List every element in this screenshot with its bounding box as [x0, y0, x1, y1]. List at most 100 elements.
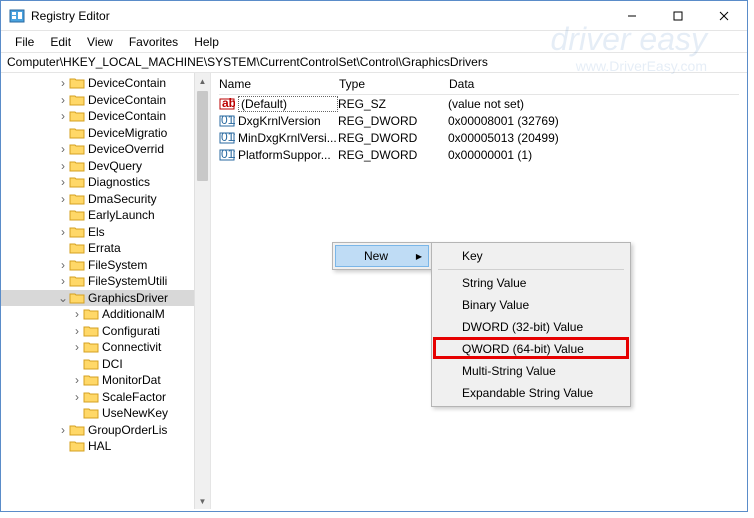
menu-favorites[interactable]: Favorites	[121, 33, 186, 51]
maximize-button[interactable]	[655, 1, 701, 31]
tree-node[interactable]: ›Diagnostics	[1, 174, 210, 191]
folder-icon	[69, 291, 85, 305]
submenu-item-binary[interactable]: Binary Value	[434, 294, 628, 316]
tree-node[interactable]: › FileSystem	[1, 257, 210, 274]
content-area: ›DeviceContain›DeviceContain›DeviceConta…	[1, 73, 747, 509]
svg-text:011: 011	[221, 130, 235, 144]
expand-icon[interactable]: ›	[57, 175, 69, 189]
tree-node[interactable]: HAL	[1, 438, 210, 455]
folder-icon	[69, 175, 85, 189]
expand-icon[interactable]: ›	[57, 159, 69, 173]
tree-node[interactable]: ›MonitorDat	[1, 372, 210, 389]
folder-icon	[69, 126, 85, 140]
tree-node[interactable]: › DeviceContain	[1, 92, 210, 109]
expand-icon[interactable]: ›	[57, 109, 69, 123]
tree-node[interactable]: ›GroupOrderLis	[1, 422, 210, 439]
close-button[interactable]	[701, 1, 747, 31]
expand-icon[interactable]: ›	[57, 258, 69, 272]
expand-icon[interactable]: ›	[57, 93, 69, 107]
tree-node[interactable]: UseNewKey	[1, 405, 210, 422]
expand-icon[interactable]: ›	[71, 373, 83, 387]
header-name[interactable]: Name	[219, 77, 339, 91]
submenu-item-multi[interactable]: Multi-String Value	[434, 360, 628, 382]
submenu-item-key[interactable]: Key	[434, 245, 628, 267]
expand-icon[interactable]: ›	[57, 192, 69, 206]
menu-edit[interactable]: Edit	[42, 33, 79, 51]
scroll-up-icon[interactable]: ▲	[195, 73, 210, 89]
tree-label: DeviceOverrid	[88, 142, 164, 156]
tree-panel[interactable]: ›DeviceContain›DeviceContain›DeviceConta…	[1, 73, 211, 509]
folder-icon	[83, 406, 99, 420]
menu-file[interactable]: File	[7, 33, 42, 51]
list-row[interactable]: 011DxgKrnlVersionREG_DWORD0x00008001 (32…	[219, 112, 739, 129]
value-icon: 011	[219, 147, 235, 163]
tree-node[interactable]: ›DevQuery	[1, 158, 210, 175]
expand-icon[interactable]: ›	[57, 274, 69, 288]
list-row[interactable]: 011MinDxgKrnlVersi...REG_DWORD0x00005013…	[219, 129, 739, 146]
expand-icon[interactable]: ›	[57, 225, 69, 239]
tree-scrollbar[interactable]: ▲ ▼	[194, 73, 210, 509]
registry-editor-window: Registry Editor File Edit View Favorites…	[0, 0, 748, 512]
context-item-label: New	[364, 249, 388, 263]
tree-label: DeviceContain	[88, 93, 166, 107]
address-bar[interactable]: Computer\HKEY_LOCAL_MACHINE\SYSTEM\Curre…	[1, 53, 747, 73]
expand-icon[interactable]: ›	[57, 423, 69, 437]
submenu-item-string[interactable]: String Value	[434, 272, 628, 294]
submenu-item-expand[interactable]: Expandable String Value	[434, 382, 628, 404]
tree-node[interactable]: ⌄GraphicsDriver	[1, 290, 210, 307]
tree-label: DeviceMigratio	[88, 126, 167, 140]
value-data: (value not set)	[448, 97, 524, 111]
expand-icon[interactable]: ›	[71, 324, 83, 338]
tree-node[interactable]: DeviceMigratio	[1, 125, 210, 142]
menu-view[interactable]: View	[79, 33, 121, 51]
list-row[interactable]: 011PlatformSuppor...REG_DWORD0x00000001 …	[219, 146, 739, 163]
tree-node[interactable]: Errata	[1, 240, 210, 257]
tree-node[interactable]: ›Configurati	[1, 323, 210, 340]
tree-node[interactable]: ›Els	[1, 224, 210, 241]
titlebar: Registry Editor	[1, 1, 747, 31]
tree-label: Connectivit	[102, 340, 161, 354]
tree-node[interactable]: ›FileSystemUtili	[1, 273, 210, 290]
expand-icon[interactable]: ›	[71, 307, 83, 321]
value-data: 0x00005013 (20499)	[448, 131, 559, 145]
header-type[interactable]: Type	[339, 77, 449, 91]
tree-label: Errata	[88, 241, 121, 255]
tree-node[interactable]: ›AdditionalM	[1, 306, 210, 323]
list-row[interactable]: ab(Default)REG_SZ(value not set)	[219, 95, 739, 112]
expand-icon[interactable]: ›	[57, 142, 69, 156]
tree-label: FileSystem	[88, 258, 147, 272]
tree-label: DeviceContain	[88, 76, 166, 90]
chevron-right-icon: ▶	[416, 252, 422, 261]
scroll-down-icon[interactable]: ▼	[195, 493, 210, 509]
expand-icon[interactable]: ›	[57, 76, 69, 90]
folder-icon	[83, 357, 99, 371]
minimize-button[interactable]	[609, 1, 655, 31]
folder-icon	[83, 373, 99, 387]
folder-icon	[69, 439, 85, 453]
folder-icon	[83, 340, 99, 354]
folder-icon	[69, 76, 85, 90]
menu-help[interactable]: Help	[186, 33, 227, 51]
value-type: REG_DWORD	[338, 114, 448, 128]
submenu-item-dword[interactable]: DWORD (32-bit) Value	[434, 316, 628, 338]
expand-icon[interactable]: ›	[71, 340, 83, 354]
menu-separator	[438, 269, 624, 270]
tree-node[interactable]: › DeviceContain	[1, 75, 210, 92]
tree-node[interactable]: DCI	[1, 356, 210, 373]
folder-icon	[69, 241, 85, 255]
tree-node[interactable]: ›DmaSecurity	[1, 191, 210, 208]
tree-node[interactable]: ›ScaleFactor	[1, 389, 210, 406]
tree-node[interactable]: EarlyLaunch	[1, 207, 210, 224]
context-item-new[interactable]: New ▶	[335, 245, 429, 267]
folder-icon	[83, 390, 99, 404]
tree-node[interactable]: ›DeviceContain	[1, 108, 210, 125]
expand-icon[interactable]: ⌄	[57, 291, 69, 305]
scroll-thumb[interactable]	[197, 91, 208, 181]
tree-node[interactable]: › DeviceOverrid	[1, 141, 210, 158]
value-icon: 011	[219, 130, 235, 146]
tree-node[interactable]: › Connectivit	[1, 339, 210, 356]
expand-icon[interactable]: ›	[71, 390, 83, 404]
value-type: REG_SZ	[338, 97, 448, 111]
header-data[interactable]: Data	[449, 77, 739, 91]
submenu-item-qword[interactable]: QWORD (64-bit) Value	[434, 338, 628, 360]
